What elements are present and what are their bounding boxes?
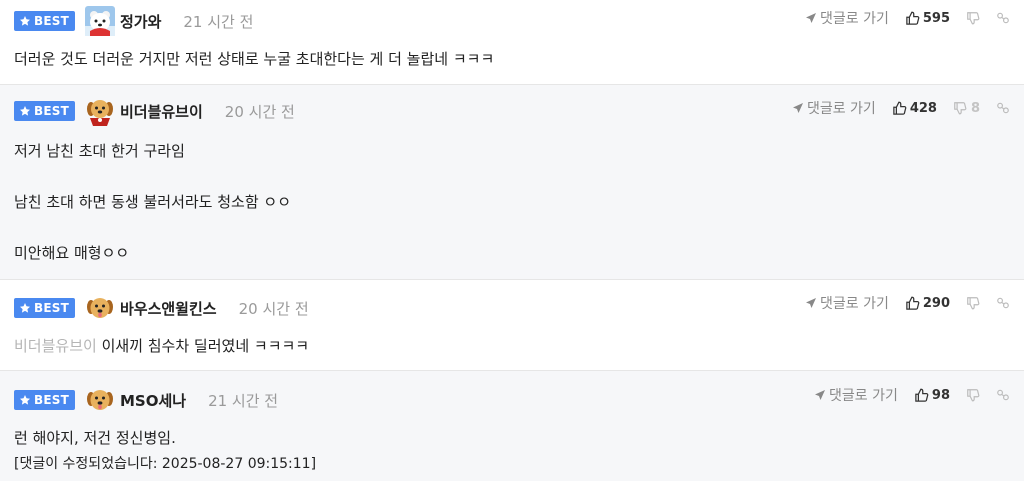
thumbs-up-icon xyxy=(906,11,920,25)
share-link-icon[interactable] xyxy=(996,388,1010,402)
comment-item: BEST 정가와 21 시간 전 댓글로 가기 595 더러운 것도 더러운 거… xyxy=(0,0,1024,85)
polar-bear-avatar[interactable] xyxy=(84,6,115,36)
timestamp: 20 시간 전 xyxy=(238,299,309,318)
best-badge: BEST xyxy=(14,298,75,318)
star-icon xyxy=(20,16,30,26)
best-badge: BEST xyxy=(14,101,75,121)
thumbs-up-icon xyxy=(906,296,920,310)
thumbs-down-icon xyxy=(967,389,980,402)
share-link-icon[interactable] xyxy=(996,296,1010,310)
dislike-button[interactable] xyxy=(966,11,980,25)
comment-item: BEST 비더블유브이 20 시간 전 댓글로 가기 428 8 저거 남친 초… xyxy=(0,85,1024,280)
send-arrow-icon xyxy=(815,390,826,400)
share-link-icon[interactable] xyxy=(996,101,1010,115)
dislike-button[interactable] xyxy=(966,388,980,402)
share-link-icon[interactable] xyxy=(996,11,1010,25)
star-icon xyxy=(20,395,30,405)
nickname[interactable]: 정가와 xyxy=(120,11,161,32)
nickname[interactable]: 비더블유브이 xyxy=(120,101,203,122)
like-button[interactable]: 428 xyxy=(892,101,937,116)
thumbs-down-icon xyxy=(954,102,967,115)
like-count: 428 xyxy=(909,100,937,116)
comment-item: BEST MSO세나 21 시간 전 댓글로 가기 98 런 해야지, 저건 정… xyxy=(0,371,1024,481)
like-count: 595 xyxy=(922,10,950,26)
puppy-red-scarf-avatar[interactable] xyxy=(85,96,115,126)
go-to-reply-link[interactable]: 댓글로 가기 xyxy=(805,293,889,313)
best-badge: BEST xyxy=(14,390,75,410)
comment-text: 남친 초대 하면 동생 불러서라도 청소함 ㅇㅇ xyxy=(14,193,292,211)
thumbs-up-icon xyxy=(915,388,929,402)
like-count: 290 xyxy=(922,295,950,311)
edited-notice: [댓글이 수정되었습니다: 2025-08-27 09:15:11] xyxy=(14,456,317,472)
best-badge: BEST xyxy=(14,11,75,31)
puppy-avatar[interactable] xyxy=(85,293,115,323)
timestamp: 21 시간 전 xyxy=(208,391,279,410)
comment-text: 비더블유브이 이새끼 침수차 딜러였네 ㅋㅋㅋㅋ xyxy=(14,335,309,356)
send-arrow-icon xyxy=(792,103,803,113)
send-arrow-icon xyxy=(806,13,816,23)
star-icon xyxy=(20,106,30,116)
dislike-button[interactable]: 8 xyxy=(953,101,980,116)
comment-text: 미안해요 매형ㅇㅇ xyxy=(14,244,130,262)
like-button[interactable]: 98 xyxy=(914,388,950,403)
nickname[interactable]: MSO세나 xyxy=(120,390,186,411)
comment-text-body: 이새끼 침수차 딜러였네 ㅋㅋㅋㅋ xyxy=(101,337,310,355)
like-count: 98 xyxy=(931,387,950,403)
thumbs-down-icon xyxy=(967,12,980,25)
best-badge-label: BEST xyxy=(34,393,69,407)
thumbs-up-icon xyxy=(893,101,907,115)
like-button[interactable]: 290 xyxy=(905,296,950,311)
dislike-count: 8 xyxy=(970,100,980,116)
comment-text: 저거 남친 초대 한거 구라임 xyxy=(14,142,185,160)
best-badge-label: BEST xyxy=(34,104,69,118)
mention-link[interactable]: 비더블유브이 xyxy=(14,337,97,355)
timestamp: 21 시간 전 xyxy=(183,12,254,31)
like-button[interactable]: 595 xyxy=(905,11,950,26)
go-to-reply-link[interactable]: 댓글로 가기 xyxy=(814,385,898,405)
send-arrow-icon xyxy=(806,298,816,308)
go-to-reply-link[interactable]: 댓글로 가기 xyxy=(805,8,889,28)
timestamp: 20 시간 전 xyxy=(224,102,295,121)
comment-text: 런 해야지, 저건 정신병임. xyxy=(14,429,176,447)
best-badge-label: BEST xyxy=(34,14,69,28)
puppy-avatar[interactable] xyxy=(85,385,115,415)
comment-text: 더러운 것도 더러운 거지만 저런 상태로 누굴 초대한다는 게 더 놀랍네 ㅋ… xyxy=(14,50,495,68)
comment-item: BEST 바우스앤윌킨스 20 시간 전 댓글로 가기 290 비더블유브이 이… xyxy=(0,280,1024,371)
nickname[interactable]: 바우스앤윌킨스 xyxy=(120,298,217,319)
dislike-button[interactable] xyxy=(966,296,980,310)
star-icon xyxy=(20,303,30,313)
go-to-reply-link[interactable]: 댓글로 가기 xyxy=(792,98,876,118)
best-badge-label: BEST xyxy=(34,301,69,315)
thumbs-down-icon xyxy=(967,297,980,310)
